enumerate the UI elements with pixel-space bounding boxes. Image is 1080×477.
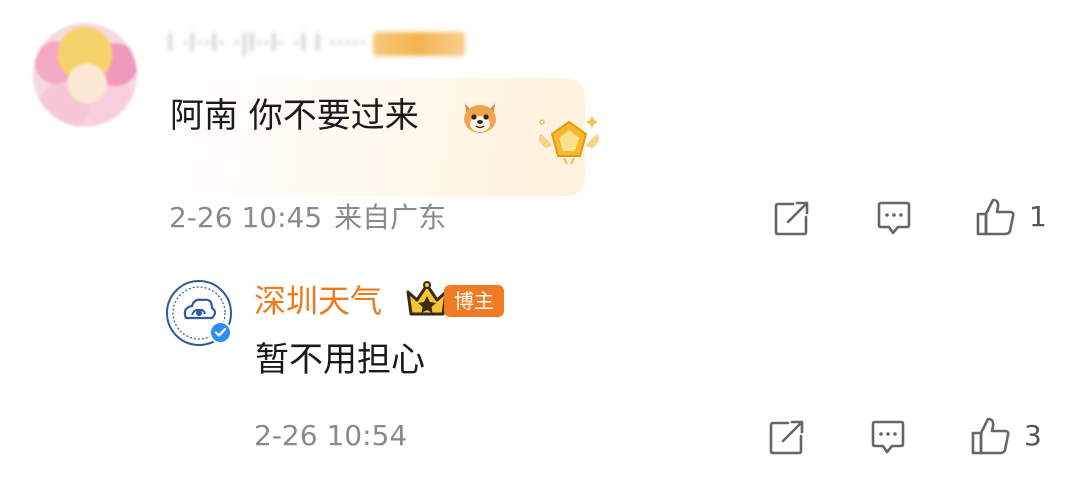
- reply-time: 2-26 10:54: [254, 419, 408, 452]
- comment-button[interactable]: [869, 418, 907, 458]
- like-count: 3: [1024, 419, 1042, 452]
- like-button[interactable]: 1: [975, 197, 1047, 237]
- avatar[interactable]: [33, 23, 137, 127]
- comment-location: 来自广东: [334, 201, 447, 234]
- comment-text: 阿南 你不要过来: [170, 96, 419, 136]
- like-icon: [976, 198, 1015, 236]
- like-count: 1: [1029, 200, 1047, 233]
- user-badge: [372, 32, 465, 56]
- comment-time: 2-26 10:45: [169, 201, 323, 234]
- reply-text: 暂不用担心: [255, 340, 425, 380]
- verified-badge: [209, 321, 232, 344]
- comment-icon: [877, 201, 911, 235]
- comment-icon: [871, 420, 905, 454]
- share-button[interactable]: [768, 418, 806, 458]
- share-button[interactable]: [773, 199, 811, 239]
- share-icon: [769, 420, 804, 455]
- host-badge: 博主: [444, 285, 504, 317]
- like-button[interactable]: 3: [970, 416, 1042, 456]
- verified-icon: [214, 327, 227, 337]
- username-blurred[interactable]: l ·l··l· ·|l··l· ·l l ·····: [167, 30, 567, 56]
- share-icon: [774, 201, 809, 236]
- comment-button[interactable]: [875, 199, 913, 239]
- comment-meta: 2-26 10:45 来自广东: [169, 199, 446, 237]
- dog-face-emoji: [464, 103, 496, 133]
- medal-decoration-icon: [538, 116, 600, 165]
- username[interactable]: 深圳天气: [254, 280, 382, 322]
- username-text[interactable]: l ·l··l· ·|l··l· ·l l ·····: [167, 30, 367, 56]
- like-icon: [971, 417, 1010, 455]
